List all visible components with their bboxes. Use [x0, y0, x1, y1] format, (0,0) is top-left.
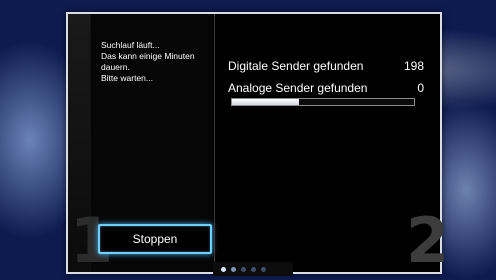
page-dot	[221, 266, 226, 272]
page-indicator	[213, 262, 293, 276]
tv-screen: 1 Suchlauf läuft... Das kann einige Minu…	[0, 0, 496, 280]
step-number-2: 2	[406, 204, 450, 277]
page-dot	[261, 266, 266, 272]
analog-channels-label: Analoge Sender gefunden	[228, 81, 368, 95]
scan-progress-fill	[232, 99, 300, 105]
digital-channels-label: Digitale Sender gefunden	[228, 59, 364, 73]
analog-channels-count: 0	[417, 81, 424, 95]
digital-channels-count: 198	[403, 59, 424, 73]
left-pane: 1 Suchlauf läuft... Das kann einige Minu…	[68, 14, 213, 272]
page-dot	[251, 266, 256, 272]
digital-channels-row: Digitale Sender gefunden 198	[228, 59, 424, 73]
status-line: Das kann einige Minuten	[101, 51, 195, 61]
analog-channels-row: Analoge Sender gefunden 0	[228, 81, 424, 95]
channel-scan-dialog: 1 Suchlauf läuft... Das kann einige Minu…	[66, 12, 449, 274]
pane-divider	[214, 14, 215, 272]
status-line: Suchlauf läuft...	[101, 40, 160, 50]
status-line: Bitte warten...	[101, 73, 153, 83]
status-line: dauern.	[101, 62, 130, 72]
page-dot	[231, 266, 236, 272]
stop-button[interactable]: Stoppen	[98, 224, 212, 254]
status-message: Suchlauf läuft... Das kann einige Minute…	[101, 40, 211, 84]
scan-progress-bar	[231, 98, 415, 106]
page-dot	[241, 266, 246, 272]
